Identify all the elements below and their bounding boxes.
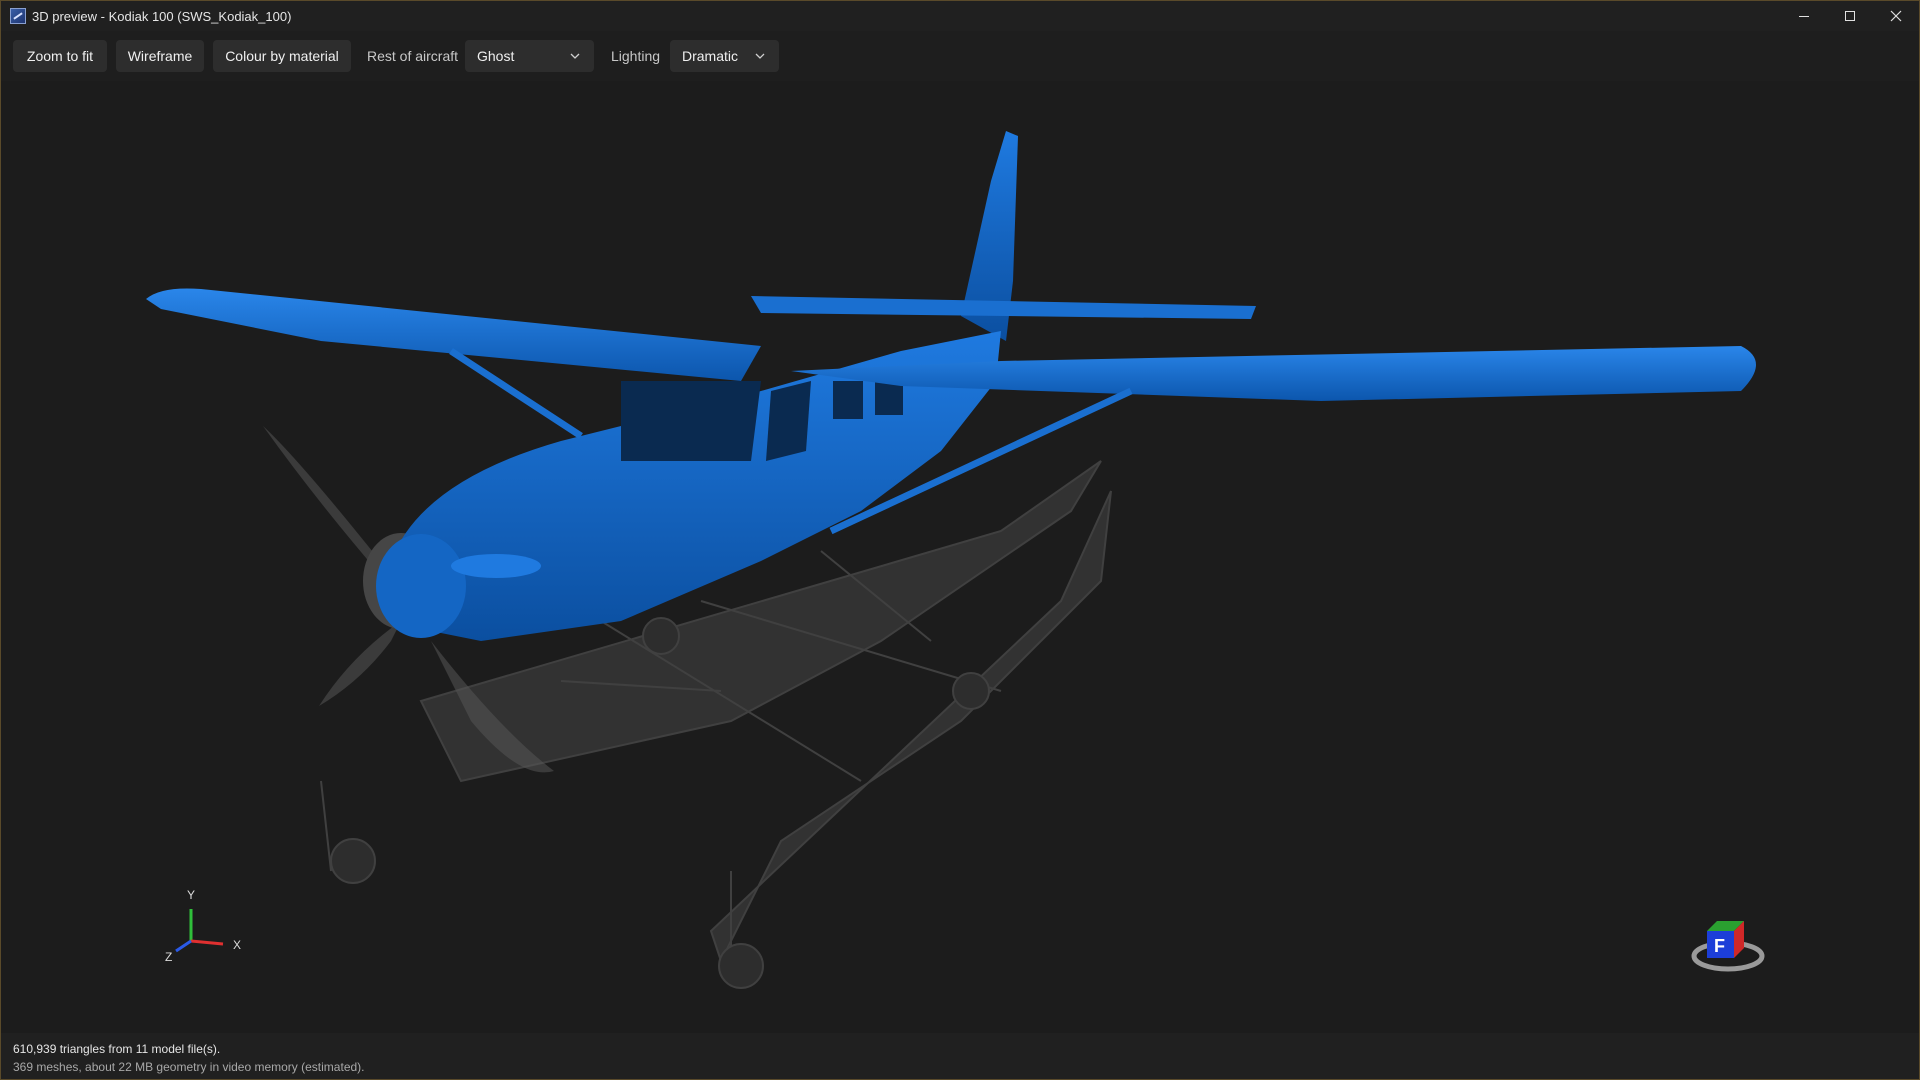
axis-gizmo: Y X Z: [165, 888, 241, 964]
chevron-down-icon: [755, 53, 765, 59]
wireframe-label: Wireframe: [127, 48, 193, 64]
status-triangle-count: 610,939 triangles from 11 model file(s).: [13, 1042, 221, 1056]
maximize-icon: [1845, 11, 1855, 21]
preview-window: 3D preview - Kodiak 100 (SWS_Kodiak_100)…: [0, 0, 1920, 1080]
lighting-value: Dramatic: [682, 48, 739, 64]
status-bar: 610,939 triangles from 11 model file(s).…: [1, 1033, 1919, 1079]
app-icon: [10, 8, 26, 24]
axis-y-label: Y: [187, 888, 195, 902]
axis-x-label: X: [233, 938, 241, 952]
window-controls: [1781, 1, 1919, 31]
minimize-button[interactable]: [1781, 1, 1827, 31]
3d-viewport[interactable]: Y X Z F: [1, 81, 1919, 1033]
window-title: 3D preview - Kodiak 100 (SWS_Kodiak_100): [32, 8, 292, 24]
toolbar: Zoom to fit Wireframe Colour by material…: [1, 31, 1919, 81]
title-bar[interactable]: 3D preview - Kodiak 100 (SWS_Kodiak_100): [1, 1, 1919, 31]
status-mesh-memory: 369 meshes, about 22 MB geometry in vide…: [13, 1060, 365, 1074]
view-cube[interactable]: F: [1691, 921, 1765, 972]
rest-of-aircraft-value: Ghost: [477, 48, 515, 64]
zoom-to-fit-button[interactable]: Zoom to fit: [13, 40, 107, 72]
scene: Y X Z F: [146, 131, 1765, 989]
chevron-down-icon: [570, 53, 580, 59]
rest-of-aircraft-select[interactable]: Ghost: [465, 40, 594, 72]
maximize-button[interactable]: [1827, 1, 1873, 31]
rest-of-aircraft-label: Rest of aircraft: [367, 48, 459, 64]
colour-by-material-label: Colour by material: [225, 48, 339, 64]
view-cube-face-label: F: [1714, 936, 1725, 956]
zoom-to-fit-label: Zoom to fit: [26, 48, 94, 64]
minimize-icon: [1799, 16, 1809, 17]
colour-by-material-button[interactable]: Colour by material: [213, 40, 351, 72]
lighting-label: Lighting: [611, 48, 661, 64]
lighting-select[interactable]: Dramatic: [670, 40, 779, 72]
axis-z-label: Z: [165, 950, 172, 964]
wireframe-button[interactable]: Wireframe: [116, 40, 204, 72]
close-icon: [1890, 10, 1902, 22]
close-button[interactable]: [1873, 1, 1919, 31]
